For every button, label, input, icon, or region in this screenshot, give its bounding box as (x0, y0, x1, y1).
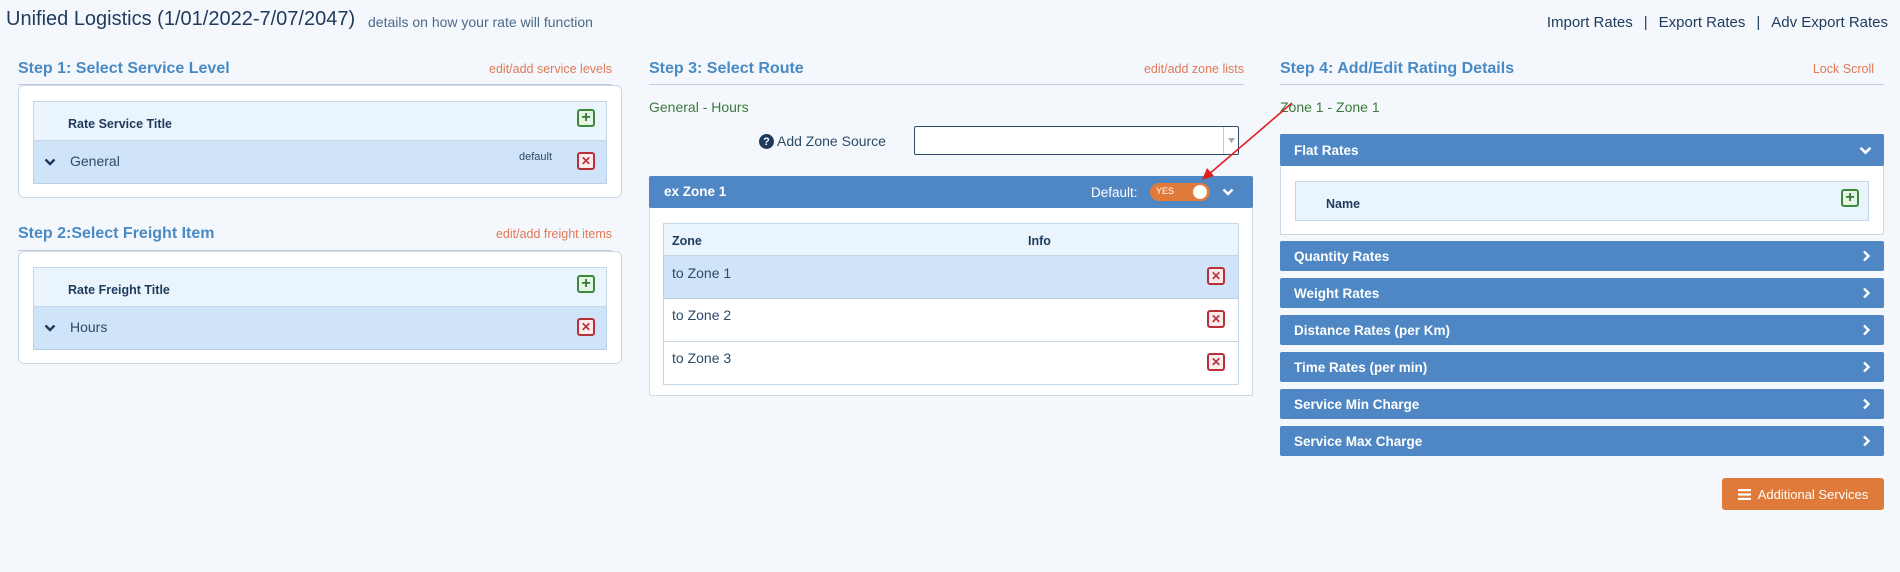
step1-title: Step 1: Select Service Level (18, 60, 230, 77)
table-header: Rate Service Title + (33, 101, 607, 141)
table-header: Rate Freight Title + (33, 267, 607, 307)
chevron-down-icon[interactable] (1859, 144, 1872, 157)
add-flat-rate-button[interactable]: + (1841, 189, 1859, 207)
section-label: Distance Rates (per Km) (1294, 322, 1451, 338)
chevron-right-icon[interactable] (1860, 287, 1872, 299)
step3-title: Step 3: Select Route (649, 60, 804, 77)
chevron-down-icon[interactable] (44, 322, 56, 334)
quantity-rates-section[interactable]: Quantity Rates (1280, 241, 1884, 271)
table-row[interactable]: Hours ✕ (33, 307, 607, 350)
default-badge: default (519, 151, 553, 163)
additional-services-label: Additional Services (1757, 486, 1869, 502)
lock-scroll-link[interactable]: Lock Scroll (1813, 62, 1874, 76)
weight-rates-section[interactable]: Weight Rates (1280, 278, 1884, 308)
delete-button[interactable]: ✕ (1207, 310, 1225, 328)
row-label: General (70, 153, 120, 169)
section-label: Service Min Charge (1294, 396, 1420, 412)
zone-row-label: to Zone 1 (672, 265, 732, 281)
chevron-right-icon[interactable] (1860, 324, 1872, 336)
additional-services-button[interactable]: Additional Services (1722, 478, 1884, 510)
import-rates-link[interactable]: Import Rates (1547, 14, 1633, 31)
zone-row-label: to Zone 3 (672, 350, 732, 366)
column-header-info: Info (1028, 234, 1051, 248)
flat-rates-header[interactable]: Flat Rates (1280, 134, 1884, 166)
zone-source-label: Add Zone Source (777, 133, 886, 149)
row-label: Hours (70, 319, 108, 335)
zone-row[interactable]: to Zone 3 ✕ (663, 342, 1239, 385)
flat-rates-table-header: Name + (1295, 181, 1869, 221)
rate-sections: Quantity Rates Weight Rates Distance Rat… (1280, 241, 1884, 456)
zone-source-select[interactable] (914, 126, 1239, 155)
edit-freight-items-link[interactable]: edit/add freight items (496, 227, 612, 241)
add-freight-item-button[interactable]: + (577, 275, 595, 293)
page-title: Unified Logistics (1/01/2022-7/07/2047) (6, 8, 356, 30)
chevron-down-icon[interactable] (44, 156, 56, 168)
column-header-name: Name (1326, 197, 1361, 211)
section-label: Service Max Charge (1294, 433, 1423, 449)
service-min-charge-section[interactable]: Service Min Charge (1280, 389, 1884, 419)
chevron-right-icon[interactable] (1860, 435, 1872, 447)
flat-rates-panel: Flat Rates Name + (1280, 134, 1884, 235)
link-divider: | (1643, 14, 1648, 31)
zone-row[interactable]: to Zone 2 ✕ (663, 299, 1239, 342)
zone-panel: ex Zone 1 Default: YES Zone Info to Zone… (649, 176, 1253, 396)
zone-panel-title: ex Zone 1 (664, 184, 727, 199)
service-max-charge-section[interactable]: Service Max Charge (1280, 426, 1884, 456)
route-breadcrumb: General - Hours (649, 99, 749, 115)
delete-button[interactable]: ✕ (577, 152, 595, 170)
time-rates-section[interactable]: Time Rates (per min) (1280, 352, 1884, 382)
chevron-right-icon[interactable] (1860, 361, 1872, 373)
page-subtitle: details on how your rate will function (368, 14, 593, 30)
delete-button[interactable]: ✕ (1207, 267, 1225, 285)
edit-zone-lists-link[interactable]: edit/add zone lists (1144, 62, 1244, 76)
freight-item-panel: Rate Freight Title + Hours ✕ (18, 251, 622, 364)
section-label: Time Rates (per min) (1294, 359, 1428, 375)
step4-title: Step 4: Add/Edit Rating Details (1280, 60, 1515, 77)
step2-title: Step 2:Select Freight Item (18, 225, 215, 242)
column-header-zone: Zone (672, 234, 702, 248)
zone-table-header: Zone Info (663, 223, 1239, 256)
default-label: Default: (1091, 185, 1138, 200)
edit-service-levels-link[interactable]: edit/add service levels (489, 62, 612, 76)
chevron-right-icon[interactable] (1860, 250, 1872, 262)
section-label: Quantity Rates (1294, 248, 1390, 264)
toggle-label: YES (1156, 186, 1175, 196)
adv-export-rates-link[interactable]: Adv Export Rates (1771, 14, 1888, 31)
list-icon (1737, 488, 1751, 500)
export-rates-link[interactable]: Export Rates (1659, 14, 1746, 31)
top-links: Import Rates | Export Rates | Adv Export… (1547, 14, 1888, 31)
delete-button[interactable]: ✕ (577, 318, 595, 336)
column-header: Rate Freight Title (68, 283, 170, 297)
divider (649, 84, 1244, 85)
zone-row[interactable]: to Zone 1 ✕ (663, 256, 1239, 299)
column-header: Rate Service Title (68, 117, 172, 131)
zone-row-label: to Zone 2 (672, 307, 732, 323)
add-service-level-button[interactable]: + (577, 109, 595, 127)
help-icon[interactable]: ? (759, 134, 774, 149)
section-label: Weight Rates (1294, 285, 1380, 301)
delete-button[interactable]: ✕ (1207, 353, 1225, 371)
table-row[interactable]: General default ✕ (33, 141, 607, 184)
distance-rates-section[interactable]: Distance Rates (per Km) (1280, 315, 1884, 345)
annotation-arrow-icon (1202, 102, 1293, 180)
chevron-right-icon[interactable] (1860, 398, 1872, 410)
service-level-panel: Rate Service Title + General default ✕ (18, 85, 622, 198)
link-divider: | (1756, 14, 1761, 31)
zone-panel-header[interactable]: ex Zone 1 Default: YES (649, 176, 1253, 208)
divider (1280, 84, 1884, 85)
